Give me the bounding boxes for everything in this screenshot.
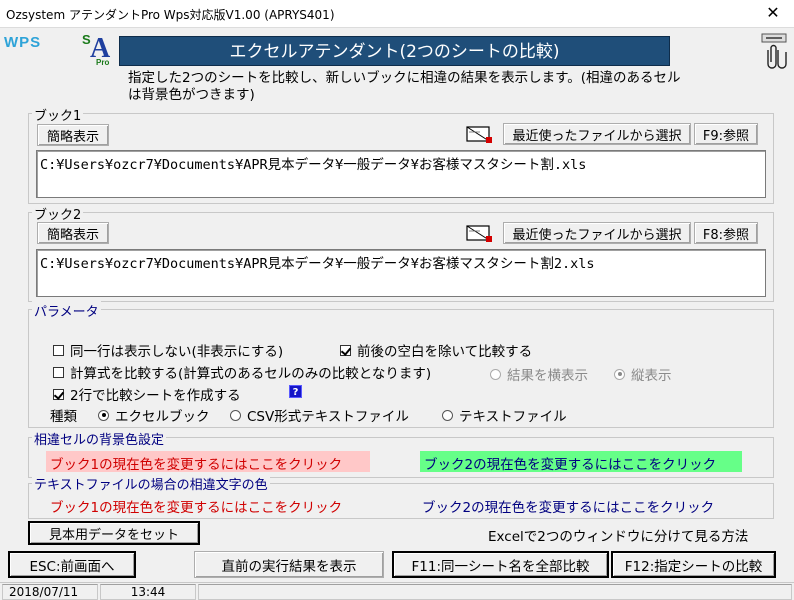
status-date: 2018/07/11 xyxy=(2,584,98,600)
last-result-button[interactable]: 直前の実行結果を表示 xyxy=(194,551,384,578)
status-time: 13:44 xyxy=(100,584,196,600)
book1-path-input[interactable]: C:¥Users¥ozcr7¥Documents¥APR見本データ¥一般データ¥… xyxy=(36,150,766,198)
bg-book2-color-link[interactable]: ブック2の現在色を変更するにはここをクリック xyxy=(420,451,742,473)
book2-browse-button[interactable]: F8:参照 xyxy=(694,222,758,244)
compare-formula-box[interactable] xyxy=(53,366,64,378)
vertical-radio-dot[interactable] xyxy=(614,368,625,380)
window-title: Ozsystem アテンダントPro Wps対応版V1.00 (APRYS401… xyxy=(6,8,335,22)
title-bar: Ozsystem アテンダントPro Wps対応版V1.00 (APRYS401… xyxy=(0,0,794,28)
book1-label: ブック1 xyxy=(32,105,84,124)
book1-brief-button[interactable]: 簡略表示 xyxy=(37,124,109,146)
close-icon[interactable]: ✕ xyxy=(756,2,790,24)
bg-color-label: 相違セルの背景色設定 xyxy=(32,429,167,448)
trim-spaces-label: 前後の空白を除いて比較する xyxy=(357,344,533,360)
compare-formula-label: 計算式を比較する(計算式のあるセルのみの比較となります) xyxy=(70,366,432,382)
type-excel-radio[interactable]: エクセルブック xyxy=(98,405,210,425)
vertical-radio-label: 縦表示 xyxy=(631,368,672,384)
compare-formula-checkbox[interactable]: 計算式を比較する(計算式のあるセルのみの比較となります) xyxy=(53,362,431,382)
type-text-label: テキストファイル xyxy=(459,409,567,425)
book1-file-icon[interactable] xyxy=(466,124,492,143)
type-excel-dot[interactable] xyxy=(98,409,109,421)
type-csv-dot[interactable] xyxy=(230,409,241,421)
two-rows-checkbox[interactable]: 2行で比較シートを作成する xyxy=(53,384,241,404)
book2-label: ブック2 xyxy=(32,204,84,223)
status-bar: 2018/07/11 13:44 xyxy=(0,582,794,600)
sample-data-button[interactable]: 見本用データをセット xyxy=(28,521,200,545)
description: 指定した2つのシートを比較し、新しいブックに相違の結果を表示します。(相違のある… xyxy=(128,70,681,103)
horizontal-radio-label: 結果を横表示 xyxy=(507,368,588,384)
type-csv-radio[interactable]: CSV形式テキストファイル xyxy=(230,405,409,425)
params-label: パラメータ xyxy=(32,301,101,320)
type-csv-label: CSV形式テキストファイル xyxy=(247,409,409,425)
vertical-radio[interactable]: 縦表示 xyxy=(614,364,672,384)
page-title: エクセルアテンダント(2つのシートの比較) xyxy=(119,36,670,66)
book2-recent-button[interactable]: 最近使ったファイルから選択 xyxy=(503,222,691,244)
type-text-radio[interactable]: テキストファイル xyxy=(442,405,567,425)
logo-pro: Pro xyxy=(96,58,110,67)
text-color-label: テキストファイルの場合の相違文字の色 xyxy=(32,474,270,493)
hide-same-rows-label: 同一行は表示しない(非表示にする) xyxy=(70,344,284,360)
book2-path-input[interactable]: C:¥Users¥ozcr7¥Documents¥APR見本データ¥一般データ¥… xyxy=(36,249,766,297)
trim-spaces-box[interactable] xyxy=(340,344,351,356)
two-rows-label: 2行で比較シートを作成する xyxy=(70,388,241,404)
trim-spaces-checkbox[interactable]: 前後の空白を除いて比較する xyxy=(340,340,532,360)
status-message xyxy=(198,584,792,600)
esc-button[interactable]: ESC:前画面へ xyxy=(8,551,136,578)
type-label: 種類 xyxy=(50,409,77,425)
f11-compare-all-button[interactable]: F11:同一シート名を全部比較 xyxy=(392,551,609,578)
f12-compare-sheet-button[interactable]: F12:指定シートの比較 xyxy=(611,551,776,578)
book2-brief-button[interactable]: 簡略表示 xyxy=(37,222,109,244)
book2-file-icon[interactable] xyxy=(466,223,492,242)
type-excel-label: エクセルブック xyxy=(115,409,210,425)
book1-browse-button[interactable]: F9:参照 xyxy=(694,123,758,145)
horizontal-radio-dot[interactable] xyxy=(490,368,501,380)
text-book1-color-link[interactable]: ブック1の現在色を変更するにはここをクリック xyxy=(46,494,346,518)
help-icon[interactable]: ? xyxy=(289,385,302,398)
paperclip-icon[interactable] xyxy=(760,28,790,72)
hide-same-rows-box[interactable] xyxy=(53,344,64,356)
excel-two-windows-link[interactable]: Excelで2つのウィンドウに分けて見る方法 xyxy=(488,525,748,545)
hide-same-rows-checkbox[interactable]: 同一行は表示しない(非表示にする) xyxy=(53,340,283,360)
text-book2-color-link[interactable]: ブック2の現在色を変更するにはここをクリック xyxy=(418,494,718,518)
two-rows-box[interactable] xyxy=(53,388,64,400)
horizontal-radio[interactable]: 結果を横表示 xyxy=(490,364,588,384)
book1-recent-button[interactable]: 最近使ったファイルから選択 xyxy=(503,123,691,145)
type-text-dot[interactable] xyxy=(442,409,453,421)
app-logo: S A Pro xyxy=(82,32,118,68)
wps-logo: WPS xyxy=(4,34,42,51)
bg-book1-color-link[interactable]: ブック1の現在色を変更するにはここをクリック xyxy=(46,451,370,473)
